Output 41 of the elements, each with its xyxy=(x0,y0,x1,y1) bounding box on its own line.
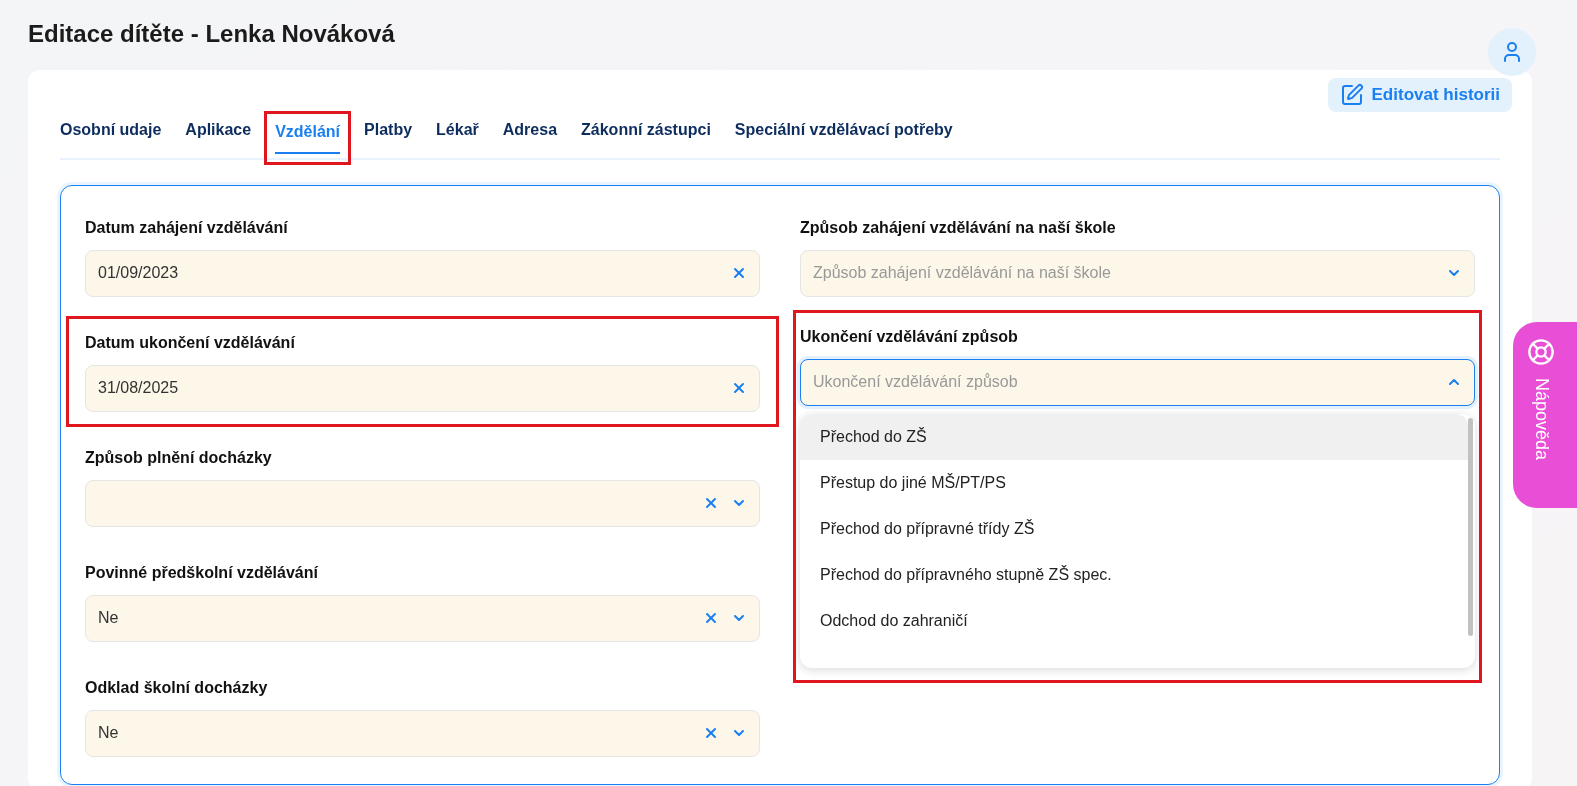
select-field[interactable] xyxy=(85,479,760,527)
clear-icon[interactable] xyxy=(703,495,719,511)
lifebuoy-icon xyxy=(1527,338,1555,366)
clear-icon[interactable] xyxy=(731,380,747,396)
field-value: 31/08/2025 xyxy=(98,378,180,398)
tab[interactable]: Lékař xyxy=(436,113,479,158)
field-value: Ne xyxy=(98,723,120,743)
field-value: 01/09/2023 xyxy=(98,263,180,283)
dropdown-option[interactable]: Přechod do přípravné třídy ZŠ xyxy=(800,505,1468,552)
scrollbar[interactable] xyxy=(1468,417,1473,636)
clear-icon[interactable] xyxy=(731,265,747,281)
tab[interactable]: Vzdělání xyxy=(267,113,349,162)
page-title: Editace dítěte - Lenka Nováková xyxy=(28,19,395,49)
date-field[interactable]: 31/08/2025 xyxy=(85,364,760,412)
tab[interactable]: Zákonní zástupci xyxy=(581,113,711,158)
select-field[interactable]: Ne xyxy=(85,709,760,757)
tab[interactable]: Platby xyxy=(364,113,413,158)
edit-icon xyxy=(1339,82,1364,107)
dropdown-option[interactable]: Přechod do přípravného stupně ZŠ spec. xyxy=(800,551,1468,598)
field-value: Ne xyxy=(98,608,120,628)
field-label: Povinné předškolní vzdělávání xyxy=(85,562,319,583)
field-label: Způsob zahájení vzdělávání na naší škole xyxy=(800,217,1117,238)
dropdown-option[interactable]: Přestup do jiné MŠ/PT/PS xyxy=(800,459,1468,506)
dropdown-option[interactable]: Přechod do ZŠ xyxy=(800,413,1468,460)
clear-icon[interactable] xyxy=(703,725,719,741)
clear-icon[interactable] xyxy=(703,610,719,626)
field-label: Ukončení vzdělávání způsob xyxy=(800,326,1019,347)
field-label: Způsob plnění docházky xyxy=(85,447,273,468)
tab[interactable]: Speciální vzdělávací potřeby xyxy=(734,113,953,158)
select-field[interactable]: Ne xyxy=(85,594,760,642)
field-label: Odklad školní docházky xyxy=(85,677,269,698)
tab[interactable]: Aplikace xyxy=(185,113,252,158)
field-label: Datum zahájení vzdělávání xyxy=(85,217,289,238)
tab[interactable]: Osobní udaje xyxy=(60,113,162,158)
field-placeholder: Ukončení vzdělávání způsob xyxy=(813,372,1019,392)
user-avatar[interactable] xyxy=(1488,28,1536,76)
tab[interactable]: Adresa xyxy=(502,113,558,158)
field-placeholder: Způsob zahájení vzdělávání na naší škole xyxy=(813,263,1112,283)
dropdown-option[interactable]: Odchod do zahraničí xyxy=(800,597,1468,644)
date-field[interactable]: 01/09/2023 xyxy=(85,249,760,297)
field-label: Datum ukončení vzdělávání xyxy=(85,332,296,353)
